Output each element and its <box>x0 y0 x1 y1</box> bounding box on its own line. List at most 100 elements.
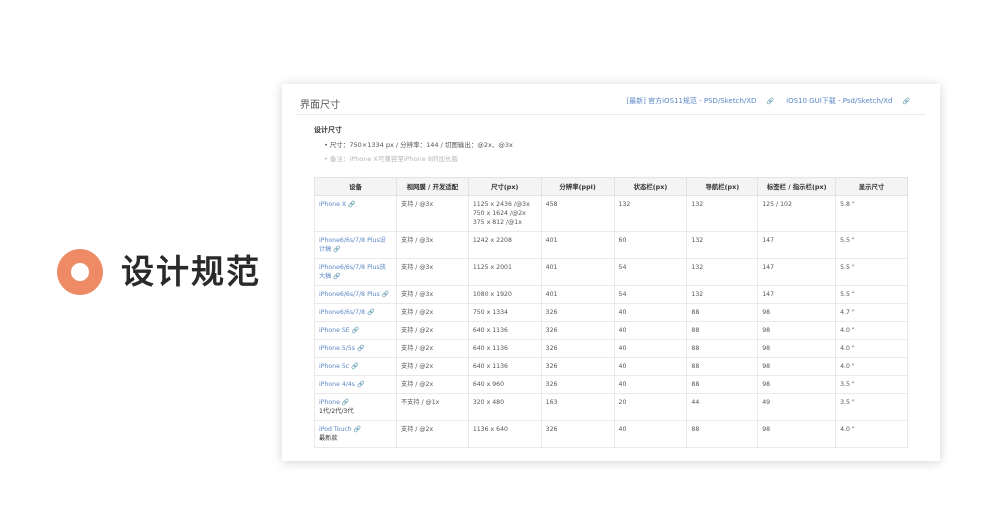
size-cell: 640 x 1136 <box>467 357 542 376</box>
link-icon: 🔗 <box>348 201 356 208</box>
link-icon: 🔗 <box>351 363 359 370</box>
tab-bar-cell: 98 <box>757 303 837 322</box>
link-icon: 🔗 <box>357 345 365 352</box>
display-size-cell: 4.0 " <box>835 357 908 376</box>
device-cell: iPhone SE 🔗 <box>314 321 397 340</box>
device-link[interactable]: iPhone6/6s/7/8 Plus <box>319 291 380 298</box>
nav-bar-cell: 88 <box>686 321 759 340</box>
device-link[interactable]: iPhone 5/5s <box>319 345 355 352</box>
device-cell: iPhone6/6s/7/8 Plus放大稿 🔗 <box>314 258 397 286</box>
display-size-cell: 4.0 " <box>835 339 908 358</box>
device-link[interactable]: iPhone6/6s/7/8 Plus设计稿 <box>319 237 386 253</box>
table-header: 标签栏 / 指示栏(px) <box>757 177 837 196</box>
device-cell: iPhone 4/4s 🔗 <box>314 375 397 394</box>
table-header: 视网膜 / 开发适配 <box>395 177 469 196</box>
device-cell: iPhone 5c 🔗 <box>314 357 397 376</box>
link-icon: 🔗 <box>353 426 362 433</box>
nav-bar-cell: 88 <box>686 339 759 358</box>
link-icon: 🔗 <box>341 399 350 406</box>
status-bar-cell: 40 <box>613 420 688 448</box>
device-cell: iPhone6/6s/7/8 🔗 <box>314 303 397 322</box>
table-header-row: 设备 视网膜 / 开发适配 尺寸(px) 分辨率(ppi) 状态栏(px) 导航… <box>314 177 908 196</box>
status-bar-cell: 40 <box>613 321 688 340</box>
ppi-cell: 401 <box>540 231 615 259</box>
display-size-cell: 3.5 " <box>835 375 908 394</box>
retina-cell: 支持 / @2x <box>395 303 469 322</box>
ppi-cell: 326 <box>540 420 615 448</box>
device-link[interactable]: iPhone <box>319 399 340 406</box>
status-bar-cell: 40 <box>613 375 688 394</box>
device-link[interactable]: iPod Touch <box>319 426 352 433</box>
retina-cell: 支持 / @3x <box>395 258 469 286</box>
status-bar-cell: 40 <box>613 357 688 376</box>
link-icon: 🔗 <box>367 309 375 316</box>
link-icon: 🔗 <box>351 327 360 334</box>
tab-bar-cell: 125 / 102 <box>757 195 837 232</box>
ppi-cell: 401 <box>540 258 615 286</box>
status-bar-cell: 60 <box>613 231 688 259</box>
retina-cell: 不支持 / @1x <box>395 393 469 421</box>
device-cell: iPhone6/6s/7/8 Plus设计稿 🔗 <box>314 231 397 259</box>
device-cell: iPhone 🔗 1代/2代/3代 <box>314 393 397 421</box>
card-title: 界面尺寸 <box>300 100 340 111</box>
size-cell: 1080 x 1920 <box>467 285 542 304</box>
size-cell: 640 x 1136 <box>467 339 542 358</box>
device-link[interactable]: iPhone6/6s/7/8 Plus放大稿 <box>319 264 386 280</box>
size-cell: 1136 x 640 <box>467 420 542 448</box>
table-row: iPhone X 🔗 支持 / @3x 1125 x 2436 /@3x 750 x 1… <box>314 195 908 232</box>
device-link[interactable]: iPhone SE <box>319 327 350 334</box>
display-size-cell: 5.5 " <box>835 258 908 286</box>
ppi-cell: 326 <box>540 375 615 394</box>
size-cell: 1242 x 2208 <box>467 231 542 259</box>
retina-cell: 支持 / @3x <box>395 195 469 232</box>
device-size-table: 设备 视网膜 / 开发适配 尺寸(px) 分辨率(ppi) 状态栏(px) 导航… <box>314 177 908 448</box>
device-link[interactable]: iPhone 4/4s <box>319 381 355 388</box>
link-icon: 🔗 <box>333 246 341 253</box>
table-header: 导航栏(px) <box>686 177 759 196</box>
table-header: 状态栏(px) <box>613 177 688 196</box>
size-cell: 750 x 1334 <box>467 303 542 322</box>
tab-bar-cell: 49 <box>757 393 837 421</box>
tab-bar-cell: 98 <box>757 321 837 340</box>
device-link[interactable]: iPhone6/6s/7/8 <box>319 309 365 316</box>
device-cell: iPhone X 🔗 <box>314 195 397 232</box>
status-bar-cell: 132 <box>613 195 688 232</box>
display-size-cell: 4.0 " <box>835 321 908 340</box>
size-line: 1080 x 1920 <box>472 291 512 298</box>
size-line: 1242 x 2208 <box>472 237 512 244</box>
ppi-cell: 326 <box>540 357 615 376</box>
size-line: 375 x 812 /@1x <box>472 219 522 226</box>
size-cell: 640 x 960 <box>467 375 542 394</box>
card-links: [最新] 官方iOS11规范 - PSD/Sketch/XD 🔗 iOS10 GU… <box>616 96 910 106</box>
status-bar-cell: 54 <box>613 258 688 286</box>
size-cell: 1125 x 2436 /@3x 750 x 1624 /@2x 375 x 812… <box>467 195 542 232</box>
ppi-cell: 458 <box>540 195 615 232</box>
device-link[interactable]: iPhone X <box>319 201 346 208</box>
size-line: 640 x 960 <box>472 381 505 388</box>
nav-bar-cell: 88 <box>686 303 759 322</box>
link-ios10-gui[interactable]: iOS10 GUI下载 - Psd/Sketch/Xd <box>786 97 892 105</box>
spec-title: 设计尺寸 <box>314 126 342 134</box>
tab-bar-cell: 98 <box>757 339 837 358</box>
device-subtext: 最新款 <box>319 435 338 442</box>
size-line: 1136 x 640 <box>472 426 508 433</box>
tab-bar-cell: 98 <box>757 420 837 448</box>
ppi-cell: 326 <box>540 303 615 322</box>
size-line: 1125 x 2436 /@3x <box>472 201 530 208</box>
device-subtext: 1代/2代/3代 <box>319 408 354 415</box>
status-bar-cell: 54 <box>613 285 688 304</box>
spec-line: • 尺寸：750×1334 px / 分辨率：144 / 切图输出：@2x、@3… <box>324 141 513 149</box>
size-line: 640 x 1136 <box>472 345 508 352</box>
display-size-cell: 4.0 " <box>835 420 908 448</box>
device-link[interactable]: iPhone 5c <box>319 363 349 370</box>
ring-icon <box>57 249 103 295</box>
link-ios11-spec[interactable]: [最新] 官方iOS11规范 - PSD/Sketch/XD <box>626 97 756 105</box>
display-size-cell: 5.5 " <box>835 285 908 304</box>
device-cell: iPod Touch 🔗 最新款 <box>314 420 397 448</box>
nav-bar-cell: 88 <box>686 357 759 376</box>
retina-cell: 支持 / @2x <box>395 375 469 394</box>
ppi-cell: 326 <box>540 339 615 358</box>
status-bar-cell: 20 <box>613 393 688 421</box>
table-row: iPhone 5c 🔗 支持 / @2x 640 x 1136 326 40 88 98 4.0… <box>314 357 908 376</box>
retina-cell: 支持 / @2x <box>395 321 469 340</box>
